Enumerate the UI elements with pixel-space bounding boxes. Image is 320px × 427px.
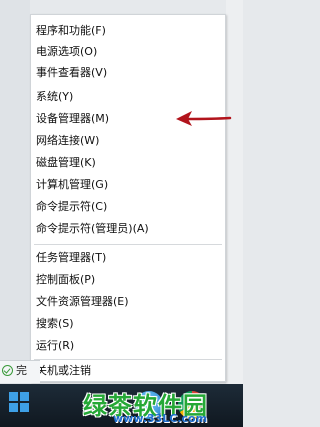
menu-item-disk-management[interactable]: 磁盘管理(K) <box>34 153 222 173</box>
menu-item-event-viewer[interactable]: 事件查看器(V) <box>34 63 222 83</box>
checkmark-icon <box>2 365 13 376</box>
menu-item-command-prompt-admin[interactable]: 命令提示符(管理员)(A) <box>34 219 222 239</box>
status-text: 完 <box>16 364 27 377</box>
menu-separator <box>34 244 222 245</box>
menu-item-programs-features[interactable]: 程序和功能(F) <box>34 21 222 41</box>
menu-item-control-panel[interactable]: 控制面板(P) <box>34 270 222 290</box>
menu-item-task-manager[interactable]: 任务管理器(T) <box>34 248 222 268</box>
winx-context-menu: 程序和功能(F) 电源选项(O) 事件查看器(V) 系统(Y) 设备管理器(M)… <box>30 14 226 382</box>
watermark-url: www.33LC.com <box>113 412 208 425</box>
red-arrow-annotation-icon <box>176 111 232 126</box>
menu-item-system[interactable]: 系统(Y) <box>34 87 222 107</box>
menu-item-computer-management[interactable]: 计算机管理(G) <box>34 175 222 195</box>
menu-item-command-prompt[interactable]: 命令提示符(C) <box>34 197 222 217</box>
windows-logo-icon[interactable] <box>9 392 29 412</box>
desktop-background-right <box>226 0 243 427</box>
menu-item-file-explorer[interactable]: 文件资源管理器(E) <box>34 292 222 312</box>
menu-item-power-options[interactable]: 电源选项(O) <box>34 42 222 62</box>
menu-item-shutdown-signout[interactable]: 关机或注销 <box>34 361 222 381</box>
menu-item-run[interactable]: 运行(R) <box>34 336 222 356</box>
menu-item-network-connections[interactable]: 网络连接(W) <box>34 131 222 151</box>
menu-separator <box>34 359 222 360</box>
menu-item-search[interactable]: 搜索(S) <box>34 314 222 334</box>
